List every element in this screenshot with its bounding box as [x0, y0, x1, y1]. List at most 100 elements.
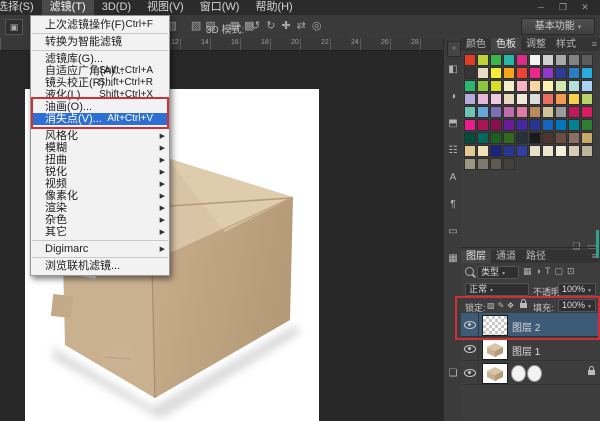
- visibility-toggle[interactable]: [461, 361, 479, 384]
- tab-路径[interactable]: 路径: [521, 250, 551, 263]
- color-swatch[interactable]: [464, 106, 476, 118]
- color-swatch[interactable]: [529, 145, 541, 157]
- layer-filter-type-dropdown[interactable]: 类型▾: [477, 266, 519, 279]
- lock-icon[interactable]: ✎: [498, 301, 508, 310]
- color-swatch[interactable]: [568, 119, 580, 131]
- layer-thumbnail[interactable]: [482, 315, 508, 336]
- color-swatch[interactable]: [490, 132, 502, 144]
- color-swatch[interactable]: [555, 119, 567, 131]
- layer-thumbnail[interactable]: [482, 363, 508, 384]
- tab-样式[interactable]: 样式: [551, 38, 581, 51]
- color-swatch[interactable]: [581, 106, 593, 118]
- color-swatch[interactable]: [503, 54, 515, 66]
- color-swatch[interactable]: [503, 119, 515, 131]
- color-swatch[interactable]: [542, 119, 554, 131]
- collapsed-panel-icon[interactable]: ◧: [444, 64, 462, 75]
- color-swatch[interactable]: [555, 80, 567, 92]
- color-swatch[interactable]: [516, 54, 528, 66]
- filter-menu-item[interactable]: 像素化▶: [31, 190, 169, 202]
- collapsed-panel-icon[interactable]: A: [444, 172, 462, 183]
- color-swatch[interactable]: [529, 54, 541, 66]
- options-icon[interactable]: ▧: [191, 19, 201, 32]
- window-control-icon[interactable]: ─: [530, 0, 552, 15]
- collapsed-panel-icon[interactable]: ▭: [444, 226, 462, 237]
- color-swatch[interactable]: [503, 106, 515, 118]
- color-swatch[interactable]: [503, 67, 515, 79]
- color-swatch[interactable]: [490, 145, 502, 157]
- filter-menu-item[interactable]: 渲染▶: [31, 202, 169, 214]
- color-swatch[interactable]: [516, 93, 528, 105]
- color-swatch[interactable]: [555, 132, 567, 144]
- filter-menu-item[interactable]: 浏览联机滤镜...: [31, 260, 169, 272]
- color-swatch[interactable]: [581, 119, 593, 131]
- filter-menu-item[interactable]: Digimarc▶: [31, 243, 169, 255]
- color-swatch[interactable]: [516, 67, 528, 79]
- color-swatch[interactable]: [490, 158, 502, 170]
- color-swatch[interactable]: [568, 132, 580, 144]
- filter-menu-item[interactable]: 液化(L)...Shift+Ctrl+X: [31, 89, 169, 101]
- color-swatch[interactable]: [581, 54, 593, 66]
- collapsed-panel-icon[interactable]: ▦: [444, 253, 462, 264]
- 3d-mode-icon[interactable]: ↺: [251, 19, 260, 32]
- color-swatch[interactable]: [464, 145, 476, 157]
- color-swatch[interactable]: [464, 80, 476, 92]
- color-swatch[interactable]: [568, 80, 580, 92]
- color-swatch[interactable]: [477, 106, 489, 118]
- color-swatch[interactable]: [516, 132, 528, 144]
- workspace-switcher-button[interactable]: 基本功能▾: [521, 18, 595, 35]
- filter-menu-item[interactable]: 上次滤镜操作(F)Ctrl+F: [31, 19, 169, 31]
- visibility-toggle[interactable]: [461, 337, 479, 360]
- color-swatch[interactable]: [542, 145, 554, 157]
- color-swatch[interactable]: [542, 54, 554, 66]
- color-swatch[interactable]: [529, 80, 541, 92]
- layer-thumbnail[interactable]: [482, 339, 508, 360]
- collapsed-panel-icon[interactable]: ¶: [444, 199, 462, 210]
- color-swatch[interactable]: [516, 106, 528, 118]
- color-swatch[interactable]: [555, 106, 567, 118]
- 3d-mode-icon[interactable]: ◎: [312, 19, 322, 32]
- color-swatch[interactable]: [555, 67, 567, 79]
- filter-menu-item[interactable]: 转换为智能滤镜: [31, 36, 169, 48]
- color-swatch[interactable]: [490, 54, 502, 66]
- visibility-toggle[interactable]: [461, 313, 479, 336]
- color-swatch[interactable]: [477, 119, 489, 131]
- color-swatch[interactable]: [555, 54, 567, 66]
- color-swatch[interactable]: [581, 93, 593, 105]
- collapsed-panel-icon[interactable]: ◑: [444, 91, 462, 102]
- filter-menu-item[interactable]: 杂色▶: [31, 214, 169, 226]
- collapsed-panel-icon[interactable]: ❏: [444, 368, 462, 379]
- color-swatch[interactable]: [529, 119, 541, 131]
- panel-menu-icon[interactable]: ≡: [592, 39, 597, 49]
- color-swatch[interactable]: [516, 119, 528, 131]
- color-swatch[interactable]: [490, 119, 502, 131]
- 3d-mode-icon[interactable]: ↻: [266, 19, 275, 32]
- fill-dropdown[interactable]: 100%▾: [558, 299, 596, 312]
- menubar-item[interactable]: 选择(S): [0, 0, 42, 15]
- layer-name[interactable]: 图层 2: [512, 319, 540, 334]
- color-swatch[interactable]: [477, 93, 489, 105]
- color-swatch[interactable]: [477, 67, 489, 79]
- color-swatch[interactable]: [529, 106, 541, 118]
- color-swatch[interactable]: [529, 67, 541, 79]
- menubar-item[interactable]: 帮助(H): [247, 0, 300, 15]
- layer-row[interactable]: 图层 1: [461, 337, 600, 361]
- color-swatch[interactable]: [529, 93, 541, 105]
- tab-调整[interactable]: 调整: [521, 38, 551, 51]
- color-swatch[interactable]: [464, 158, 476, 170]
- window-control-icon[interactable]: ❐: [552, 0, 574, 15]
- layer-row[interactable]: 图层 2: [461, 313, 600, 337]
- color-swatch[interactable]: [477, 158, 489, 170]
- color-swatch[interactable]: [516, 80, 528, 92]
- tool-preset-icon[interactable]: ▣: [5, 19, 23, 35]
- color-swatch[interactable]: [503, 80, 515, 92]
- filter-menu-item[interactable]: 消失点(V)...Alt+Ctrl+V: [31, 113, 169, 125]
- color-swatch[interactable]: [581, 132, 593, 144]
- color-swatch[interactable]: [477, 132, 489, 144]
- color-swatch[interactable]: [581, 145, 593, 157]
- filter-menu-item[interactable]: 油画(O)...: [31, 101, 169, 113]
- color-swatch[interactable]: [464, 93, 476, 105]
- layer-row[interactable]: [461, 361, 600, 385]
- color-swatch[interactable]: [568, 145, 580, 157]
- opacity-dropdown[interactable]: 100%▾: [558, 283, 596, 296]
- color-swatch[interactable]: [503, 93, 515, 105]
